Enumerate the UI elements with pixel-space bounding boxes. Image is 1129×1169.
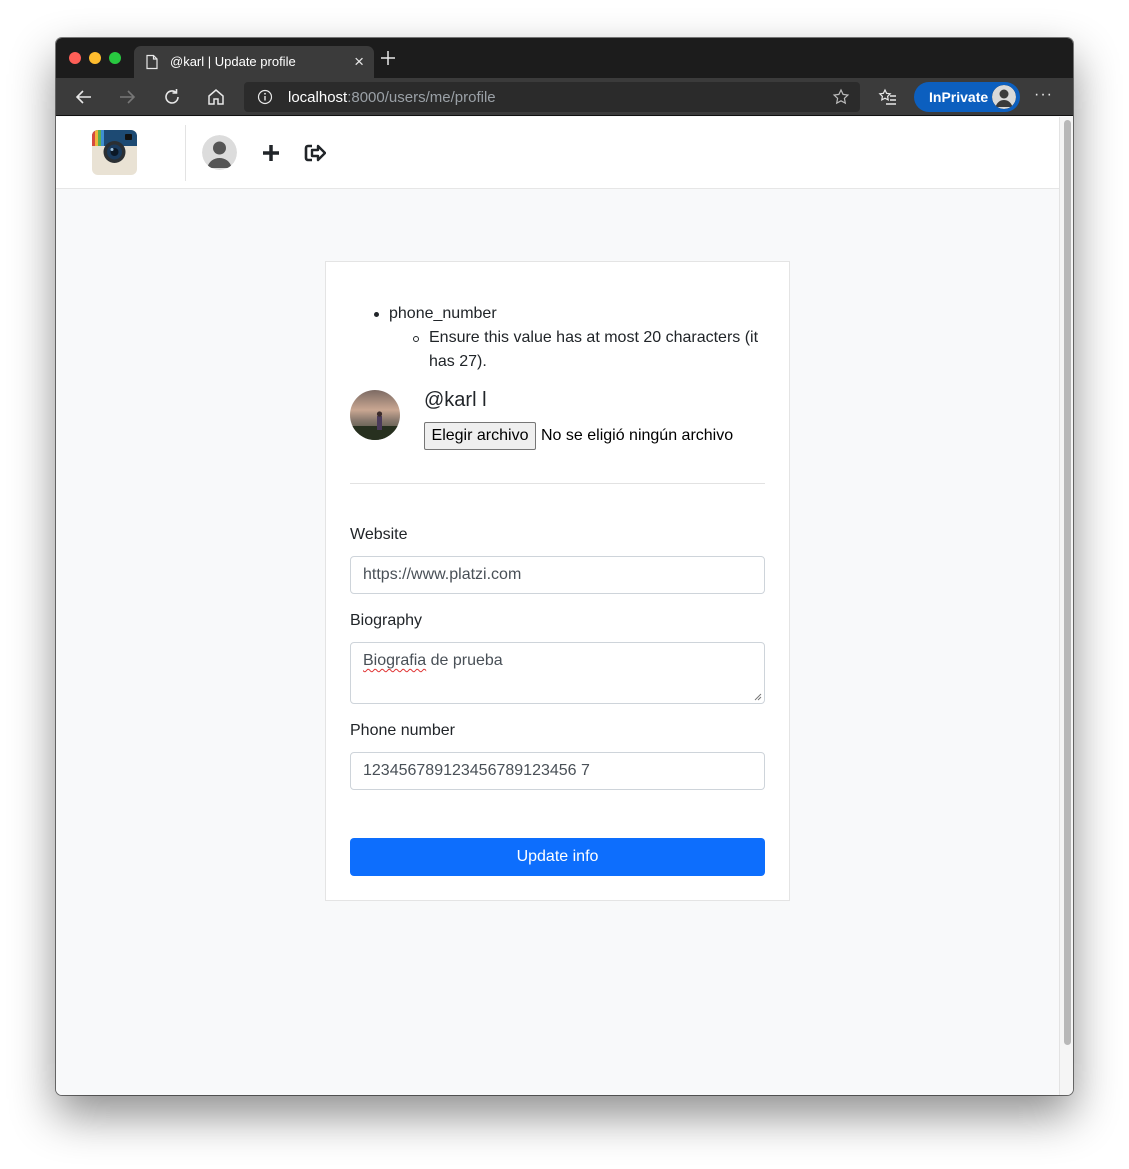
phone-label: Phone number [350,722,455,739]
user-icon[interactable] [202,135,237,170]
biography-textarea[interactable]: Biografia de prueba [350,642,765,704]
inprivate-label: InPrivate [929,89,989,105]
instagram-logo[interactable] [92,130,137,175]
phone-value: 123456789123456789123456 7 [363,762,590,779]
divider [350,483,765,484]
home-icon[interactable] [206,87,226,107]
profile-avatar-icon [992,85,1016,109]
document-icon [146,54,158,70]
more-options-icon[interactable]: ··· [1034,86,1053,104]
resize-handle-icon[interactable] [754,693,762,701]
back-icon[interactable] [74,87,94,107]
phone-input[interactable]: 123456789123456789123456 7 [350,752,765,790]
browser-toolbar: localhost:8000/users/me/profile InPrivat… [56,78,1073,116]
error-message: Ensure this value has at most 20 charact… [429,329,759,370]
tab-update-profile[interactable]: @karl | Update profile × [134,46,374,78]
url-path: :8000/users/me/profile [347,89,496,106]
scrollbar-thumb[interactable] [1064,120,1071,1045]
website-input[interactable]: https://www.platzi.com [350,556,765,594]
website-label: Website [350,526,408,543]
refresh-icon[interactable] [162,87,182,107]
minimize-window-button[interactable] [89,52,101,64]
update-info-button[interactable]: Update info [350,838,765,876]
inprivate-button[interactable]: InPrivate [914,82,1020,112]
plus-icon[interactable] [260,142,282,164]
info-icon[interactable] [257,89,273,105]
profile-form-card: phone_number Ensure this value has at mo… [325,261,790,901]
tab-title: @karl | Update profile [170,54,296,69]
website-value: https://www.platzi.com [363,566,522,583]
logout-icon[interactable] [304,143,326,163]
file-status-text: No se eligió ningún archivo [541,427,734,444]
biography-misspelled-word: Biografia [363,652,427,669]
biography-value-rest: de prueba [426,652,503,669]
choose-file-button[interactable]: Elegir archivo [424,422,536,450]
address-bar[interactable]: localhost:8000/users/me/profile [244,82,860,112]
profile-picture [350,390,400,440]
maximize-window-button[interactable] [109,52,121,64]
browser-window: @karl | Update profile × localhost:8000/… [56,38,1073,1095]
url-host: localhost [288,89,348,106]
navbar [56,117,1059,189]
profile-username: @karl l [424,389,487,411]
scrollbar[interactable] [1059,117,1073,1095]
favorites-icon[interactable] [878,87,898,107]
error-field-name: phone_number [389,305,497,322]
tab-strip: @karl | Update profile × [56,38,1073,78]
close-tab-icon[interactable]: × [354,52,364,72]
close-window-button[interactable] [69,52,81,64]
page-viewport: phone_number Ensure this value has at mo… [56,117,1059,1095]
nav-divider [185,125,186,181]
biography-label: Biography [350,612,423,629]
new-tab-icon[interactable] [379,49,397,67]
forward-icon[interactable] [117,87,137,107]
error-bullet [374,312,379,317]
url-text: localhost:8000/users/me/profile [288,89,496,106]
error-sub-bullet [413,336,419,342]
star-icon[interactable] [832,88,850,106]
